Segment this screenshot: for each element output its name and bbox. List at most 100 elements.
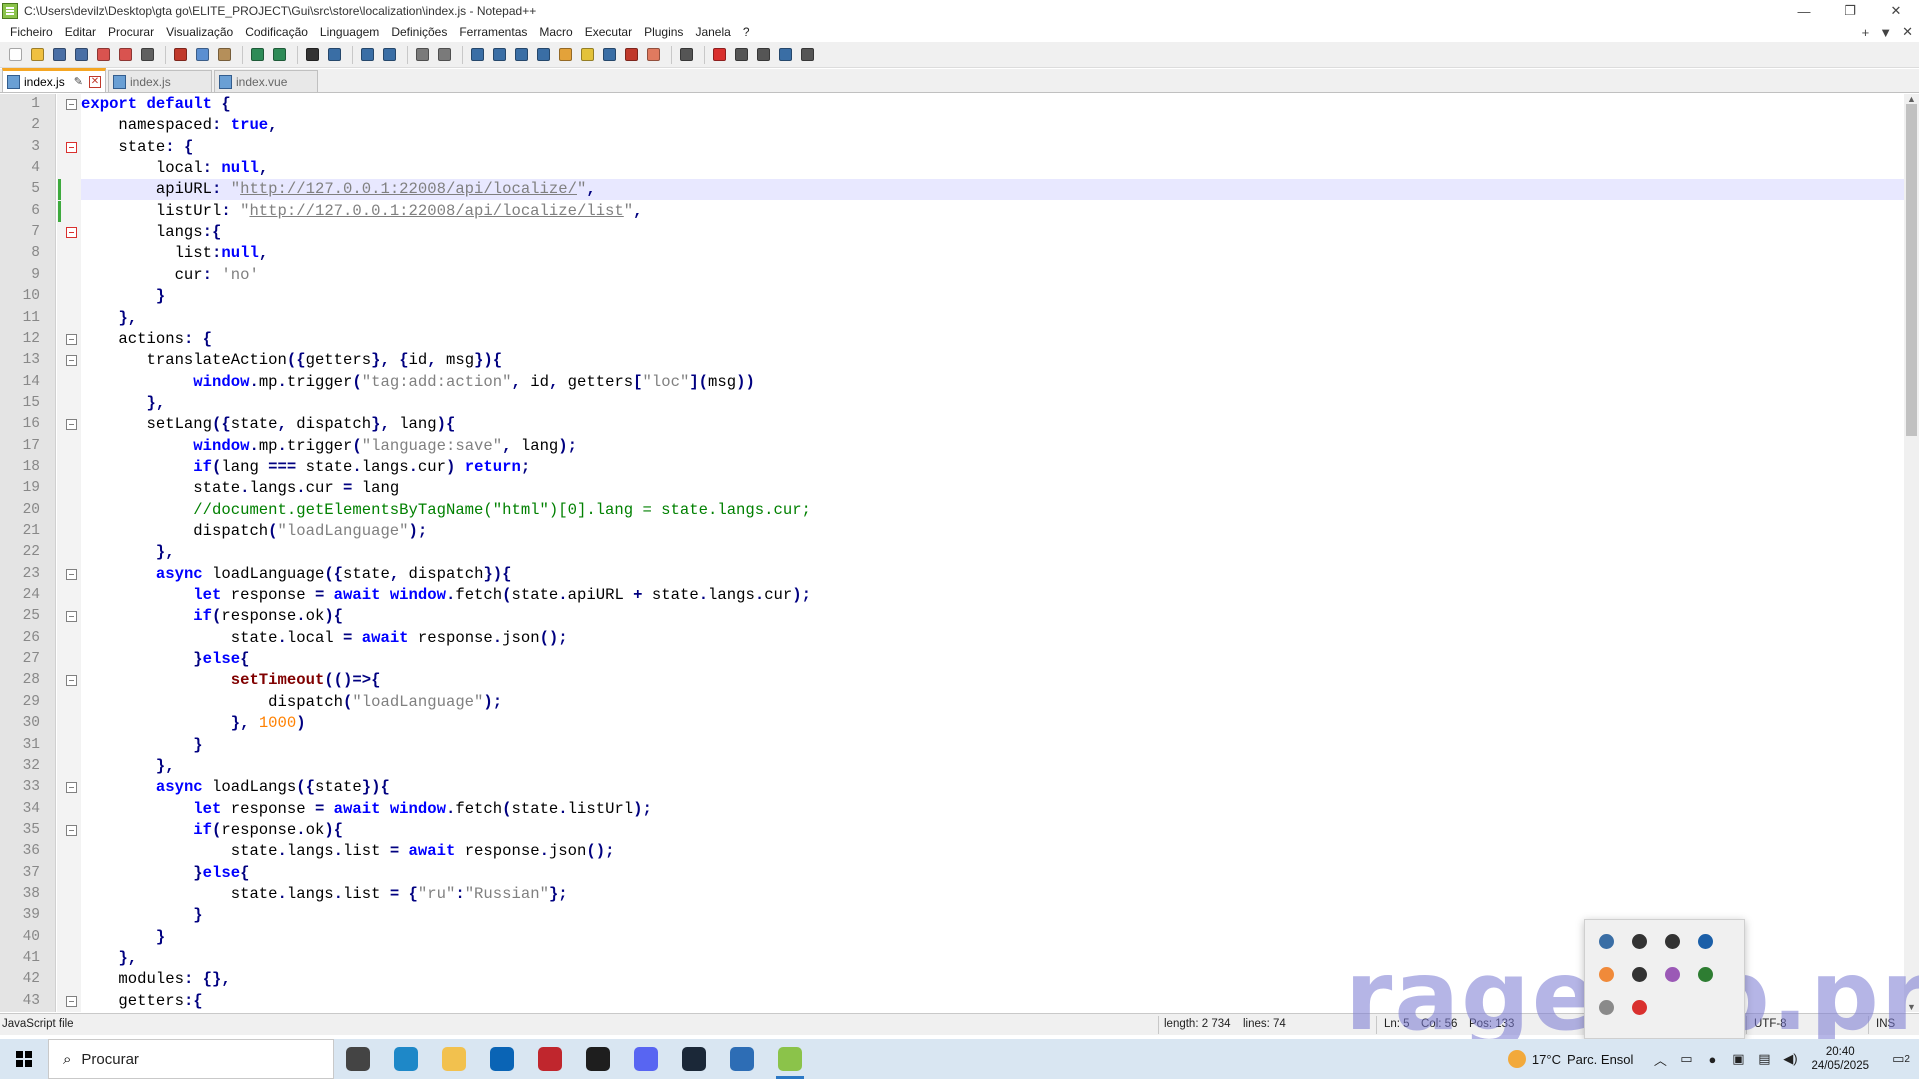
menu-procurar[interactable]: Procurar bbox=[102, 25, 160, 39]
show-all-chars-icon[interactable] bbox=[490, 46, 508, 64]
close-file-icon[interactable] bbox=[94, 46, 112, 64]
fold-toggle-icon[interactable] bbox=[66, 675, 77, 687]
menu-executar[interactable]: Executar bbox=[579, 25, 638, 39]
tab-index-js[interactable]: index.js bbox=[108, 70, 212, 92]
grey-circle-icon[interactable] bbox=[1595, 996, 1617, 1018]
clock[interactable]: 20:40 24/05/2025 bbox=[1811, 1045, 1869, 1073]
steam-icon[interactable] bbox=[1694, 930, 1716, 952]
folder-workspace-icon[interactable] bbox=[578, 46, 596, 64]
notification-center-icon[interactable]: ▭ 2 bbox=[1886, 1049, 1916, 1069]
new-file-icon[interactable] bbox=[6, 46, 24, 64]
panel-icon[interactable] bbox=[644, 46, 662, 64]
code-editor[interactable]: 1 export default {2 namespaced: true, 3 st… bbox=[0, 94, 1904, 1012]
tab-index-vue[interactable]: index.vue bbox=[214, 70, 318, 92]
cut-icon[interactable] bbox=[171, 46, 189, 64]
function-list-icon[interactable] bbox=[534, 46, 552, 64]
fold-toggle-icon[interactable] bbox=[66, 355, 77, 367]
tab-index-js-active[interactable]: index.js ✎ ✕ bbox=[2, 68, 106, 92]
record-macro-icon[interactable] bbox=[710, 46, 728, 64]
menu-codificacao[interactable]: Codificação bbox=[239, 25, 314, 39]
redo-icon[interactable] bbox=[270, 46, 288, 64]
display-icon[interactable]: ▣ bbox=[1728, 1049, 1748, 1069]
word-wrap-icon[interactable] bbox=[468, 46, 486, 64]
undo-icon[interactable] bbox=[248, 46, 266, 64]
new-tab-button[interactable]: + bbox=[1862, 25, 1870, 40]
save-macro-icon[interactable] bbox=[798, 46, 816, 64]
tab-list-button[interactable]: ▼ bbox=[1879, 25, 1892, 40]
menu-ficheiro[interactable]: Ficheiro bbox=[4, 25, 59, 39]
green-app-icon[interactable] bbox=[1694, 963, 1716, 985]
scroll-thumb[interactable] bbox=[1906, 104, 1917, 436]
microphone-icon[interactable]: ● bbox=[1702, 1049, 1722, 1069]
doc-map-icon[interactable] bbox=[556, 46, 574, 64]
discord-icon[interactable] bbox=[622, 1039, 670, 1079]
fold-toggle-icon[interactable] bbox=[66, 782, 77, 794]
view-icon[interactable] bbox=[677, 46, 695, 64]
fold-toggle-icon[interactable] bbox=[66, 227, 77, 239]
taskbar-search[interactable]: ⌕ Procurar bbox=[48, 1039, 334, 1079]
fold-toggle-icon[interactable] bbox=[66, 141, 77, 153]
meet-now-icon[interactable]: ▭ bbox=[1676, 1049, 1696, 1069]
run-macro-multiple-icon[interactable] bbox=[776, 46, 794, 64]
edge-icon[interactable] bbox=[382, 1039, 430, 1079]
speaker-icon[interactable]: ◀) bbox=[1780, 1049, 1800, 1069]
open-file-icon[interactable] bbox=[28, 46, 46, 64]
fold-toggle-icon[interactable] bbox=[66, 824, 77, 836]
zoom-out-icon[interactable] bbox=[380, 46, 398, 64]
document-list-icon[interactable] bbox=[600, 46, 618, 64]
file-explorer-icon[interactable] bbox=[430, 1039, 478, 1079]
close-doc-button[interactable]: ✕ bbox=[1902, 24, 1913, 40]
app-orange-icon[interactable] bbox=[1595, 963, 1617, 985]
print-icon[interactable] bbox=[138, 46, 156, 64]
notepadpp-icon[interactable] bbox=[766, 1039, 814, 1079]
find-icon[interactable] bbox=[303, 46, 321, 64]
play-macro-icon[interactable] bbox=[754, 46, 772, 64]
steam-taskbar-icon[interactable] bbox=[670, 1039, 718, 1079]
upwork-icon[interactable] bbox=[574, 1039, 622, 1079]
pen-icon[interactable] bbox=[1661, 963, 1683, 985]
paste-icon[interactable] bbox=[215, 46, 233, 64]
task-view-icon[interactable] bbox=[334, 1039, 382, 1079]
fold-toggle-icon[interactable] bbox=[66, 333, 77, 345]
pin-icon[interactable]: ✎ bbox=[74, 75, 83, 88]
start-button[interactable] bbox=[0, 1039, 48, 1079]
monitoring-icon[interactable] bbox=[622, 46, 640, 64]
sync-horizontal-icon[interactable] bbox=[435, 46, 453, 64]
stop-macro-icon[interactable] bbox=[732, 46, 750, 64]
menu-plugins[interactable]: Plugins bbox=[638, 25, 689, 39]
minimize-button[interactable]: — bbox=[1781, 0, 1827, 22]
sync-vertical-icon[interactable] bbox=[413, 46, 431, 64]
menu-linguagem[interactable]: Linguagem bbox=[314, 25, 385, 39]
menu-visualizacao[interactable]: Visualização bbox=[160, 25, 239, 39]
cloud-sync-off-icon[interactable] bbox=[1628, 930, 1650, 952]
menu-macro[interactable]: Macro bbox=[533, 25, 578, 39]
red-hex-app-icon[interactable] bbox=[526, 1039, 574, 1079]
save-icon[interactable] bbox=[50, 46, 68, 64]
menu-editar[interactable]: Editar bbox=[59, 25, 102, 39]
red-app-icon[interactable] bbox=[1628, 996, 1650, 1018]
copy-icon[interactable] bbox=[193, 46, 211, 64]
zoom-in-icon[interactable] bbox=[358, 46, 376, 64]
fold-toggle-icon[interactable] bbox=[66, 568, 77, 580]
menu-help[interactable]: ? bbox=[737, 25, 756, 39]
close-all-icon[interactable] bbox=[116, 46, 134, 64]
vertical-scrollbar[interactable]: ▲ ▼ bbox=[1904, 94, 1919, 1012]
fold-toggle-icon[interactable] bbox=[66, 995, 77, 1007]
powershell-icon[interactable] bbox=[718, 1039, 766, 1079]
volume-icon[interactable] bbox=[1661, 930, 1683, 952]
restore-button[interactable]: ❐ bbox=[1827, 0, 1873, 22]
fold-toggle-icon[interactable] bbox=[66, 99, 77, 110]
indent-guide-icon[interactable] bbox=[512, 46, 530, 64]
save-all-icon[interactable] bbox=[72, 46, 90, 64]
close-tab-icon[interactable]: ✕ bbox=[89, 75, 101, 88]
fold-toggle-icon[interactable] bbox=[66, 611, 77, 623]
menu-definicoes[interactable]: Definições bbox=[385, 25, 453, 39]
close-button[interactable]: ✕ bbox=[1873, 0, 1919, 22]
replace-icon[interactable] bbox=[325, 46, 343, 64]
scroll-up-icon[interactable]: ▲ bbox=[1904, 94, 1919, 104]
outlook-icon[interactable] bbox=[478, 1039, 526, 1079]
menu-janela[interactable]: Janela bbox=[689, 25, 736, 39]
weather-widget[interactable]: 17°C Parc. Ensol bbox=[1507, 1050, 1633, 1068]
chevron-up-icon[interactable]: ︿ bbox=[1650, 1049, 1670, 1069]
menu-ferramentas[interactable]: Ferramentas bbox=[453, 25, 533, 39]
